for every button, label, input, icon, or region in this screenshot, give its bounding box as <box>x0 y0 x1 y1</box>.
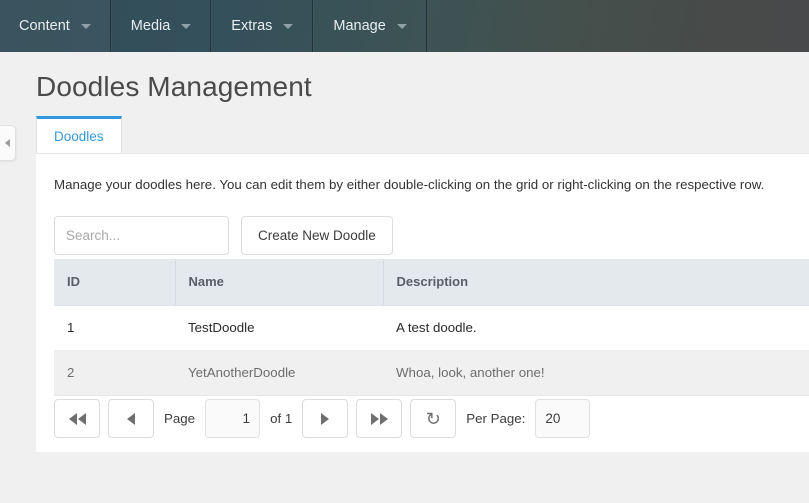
cell-id: 1 <box>54 305 175 351</box>
cell-description: A test doodle. <box>383 305 809 351</box>
search-input[interactable] <box>54 216 229 255</box>
cell-description: Whoa, look, another one! <box>383 350 809 396</box>
cell-name: TestDoodle <box>175 305 383 351</box>
page-title: Doodles Management <box>36 71 312 102</box>
refresh-button[interactable]: ↻ <box>410 399 457 438</box>
sidebar-collapse-handle[interactable] <box>0 125 16 161</box>
nav-item-manage[interactable]: Manage <box>313 0 427 52</box>
create-new-doodle-button[interactable]: Create New Doodle <box>241 216 393 255</box>
page-number-input[interactable] <box>205 399 261 438</box>
grid-header-row: ID Name Description <box>54 259 809 306</box>
nav-item-label: Media <box>130 18 171 34</box>
tab-doodles[interactable]: Doodles <box>36 116 122 153</box>
table-row[interactable]: 2 YetAnotherDoodle Whoa, look, another o… <box>54 350 809 396</box>
tab-label: Doodles <box>54 128 104 144</box>
nav-item-label: Manage <box>333 18 386 34</box>
nav-item-label: Extras <box>231 18 273 34</box>
chevron-left-icon <box>5 139 10 147</box>
content-panel: Manage your doodles here. You can edit t… <box>36 153 809 452</box>
doodles-grid: ID Name Description 1 TestDoodle A test … <box>54 259 809 396</box>
top-navbar: Content Media Extras Manage <box>0 0 809 52</box>
chevron-down-icon <box>80 23 91 29</box>
grid-toolbar: Create New Doodle <box>54 216 393 255</box>
panel-description: Manage your doodles here. You can edit t… <box>54 177 765 192</box>
table-row[interactable]: 1 TestDoodle A test doodle. <box>54 305 809 351</box>
nav-item-media[interactable]: Media <box>111 0 212 52</box>
double-chevron-right-icon <box>370 412 388 425</box>
last-page-button[interactable] <box>356 399 403 438</box>
chevron-left-icon <box>127 412 135 425</box>
double-chevron-left-icon <box>68 412 86 425</box>
nav-item-extras[interactable]: Extras <box>211 0 314 52</box>
previous-page-button[interactable] <box>108 399 154 438</box>
refresh-icon: ↻ <box>425 408 441 429</box>
per-page-label: Per Page: <box>466 411 526 426</box>
tab-strip: Doodles <box>36 116 809 153</box>
first-page-button[interactable] <box>54 399 100 438</box>
cell-name: YetAnotherDoodle <box>175 350 383 396</box>
page-label: Page <box>164 411 196 426</box>
page-total-label: of 1 <box>270 411 293 426</box>
per-page-input[interactable] <box>535 399 591 438</box>
nav-item-content[interactable]: Content <box>0 0 111 52</box>
column-header-id[interactable]: ID <box>54 259 176 306</box>
next-page-button[interactable] <box>302 399 349 438</box>
grid-header: ID Name Description <box>54 259 809 306</box>
navbar-filler <box>427 0 809 52</box>
pagination-bar: Page of 1 ↻ Per Page: <box>54 399 591 438</box>
grid-body: 1 TestDoodle A test doodle. 2 YetAnother… <box>54 305 809 396</box>
cell-id: 2 <box>54 350 175 396</box>
chevron-right-icon <box>321 412 330 425</box>
chevron-down-icon <box>283 23 294 29</box>
chevron-down-icon <box>396 23 407 29</box>
column-header-name[interactable]: Name <box>175 259 384 306</box>
nav-item-label: Content <box>19 18 70 34</box>
chevron-down-icon <box>181 23 192 29</box>
column-header-description[interactable]: Description <box>383 259 809 306</box>
